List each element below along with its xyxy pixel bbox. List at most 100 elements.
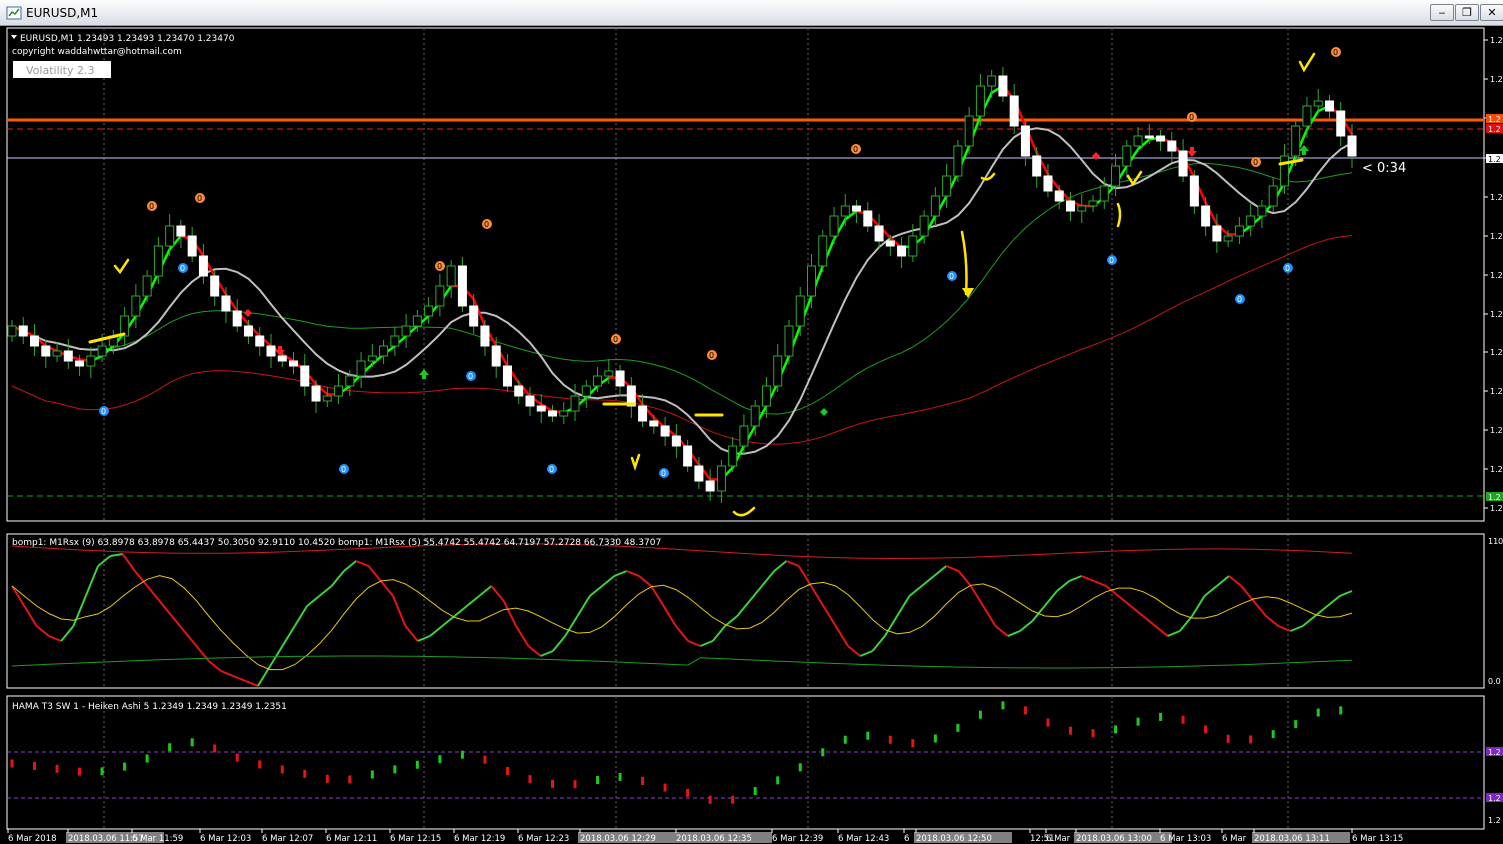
signal-label: 0 [613, 335, 618, 344]
rsx-fast-segment [626, 570, 640, 577]
time-axis-label: 6 [904, 834, 909, 844]
heiken-ashi-bar [686, 788, 690, 797]
candle-body [1246, 215, 1256, 227]
rsx-fast-segment [245, 680, 259, 687]
rsx-fast-segment [786, 560, 800, 567]
rsx-fast-segment [343, 560, 357, 572]
rsx-fast-segment [650, 585, 665, 607]
heiken-ashi-bar [348, 775, 352, 784]
rsx-fast-segment [490, 585, 505, 602]
chart-area[interactable]: 000000000000000 00000 1.21.21.21.21.21.21… [0, 26, 1503, 844]
heiken-ashi-bar [190, 738, 194, 747]
heiken-ashi-bar [1023, 706, 1027, 715]
restore-button[interactable]: ❐ [1455, 4, 1479, 21]
heiken-ashi-bar [1046, 718, 1050, 727]
rsx-fast-segment [761, 570, 775, 587]
hama-indicator-header: HAMA T3 SW 1 - Heiken Ashi 5 1.2349 1.23… [12, 702, 287, 712]
heiken-ashi-bar [1068, 726, 1072, 735]
candle-body [30, 335, 40, 347]
candle-body [63, 350, 73, 362]
rsx-fast-segment [355, 560, 369, 567]
candle-body [1144, 135, 1154, 139]
minimize-button[interactable]: ‒ [1430, 4, 1454, 21]
heiken-ashi-bar [933, 734, 937, 743]
candle-body [41, 345, 51, 357]
heiken-ashi-bar [78, 767, 82, 776]
chart-menu-arrow-icon[interactable] [11, 35, 17, 39]
candle-body [232, 310, 242, 327]
signal-label: 0 [484, 220, 489, 229]
candle-body [1009, 95, 1019, 127]
candle-body [1122, 145, 1132, 167]
candle-body [75, 360, 85, 367]
rsx-fast-segment [60, 625, 75, 642]
candle-body [1291, 125, 1301, 157]
heiken-ashi-bar [438, 755, 442, 764]
heiken-ashi-bar [213, 744, 217, 753]
annotation-stroke [1298, 52, 1316, 73]
heiken-ashi-bar [145, 754, 149, 763]
svg-text:1.2: 1.2 [1488, 155, 1501, 164]
sell-arrow-icon [1187, 147, 1197, 157]
rsx-fast-segment [515, 625, 530, 647]
candle-body [919, 215, 929, 237]
rsx-fast-segment [84, 565, 99, 597]
rsx-fast-segment [1167, 630, 1181, 637]
hama-axis-bottom: 1.2 [1488, 816, 1501, 825]
candle-body [773, 355, 783, 387]
bar-countdown: < 0:34 [1362, 161, 1406, 176]
signal-diamond [244, 309, 252, 317]
heiken-ashi-bar [1159, 712, 1163, 721]
candle-body [863, 210, 873, 227]
rsx-axis-bottom: 0.0 [1488, 677, 1501, 686]
heiken-ashi-bar [956, 723, 960, 732]
candle-body [1189, 175, 1199, 207]
heiken-ashi-bar [370, 770, 374, 779]
signal-label: 0 [197, 194, 202, 203]
rsx-fast-segment [1019, 620, 1033, 632]
window-titlebar[interactable]: EURUSD,M1 ‒ ❐ ✕ [0, 0, 1503, 26]
heiken-ashi-bar [123, 762, 127, 771]
axis-label: 1.2 [1490, 75, 1503, 84]
candle-body [739, 425, 749, 447]
rsx-fast-segment [994, 625, 1009, 637]
signal-label: 0 [437, 262, 442, 271]
signal-label: 0 [1189, 113, 1194, 122]
heiken-ashi-bar [753, 787, 757, 795]
rsx-fast-segment [1142, 615, 1156, 627]
candle-body [784, 325, 794, 357]
signal-label: 0 [853, 145, 858, 154]
candle-body [1043, 175, 1053, 192]
candle-body [491, 345, 501, 367]
candle-body [221, 295, 231, 312]
heiken-ashi-bar [1091, 729, 1095, 738]
rsx-fast-segment [970, 585, 985, 607]
heiken-ashi-bars [10, 701, 1343, 804]
candle-body [998, 75, 1008, 97]
signal-diamond [820, 408, 828, 416]
signal-label: 0 [468, 372, 473, 381]
time-axis-label: 6 Mar [1222, 834, 1247, 844]
heiken-ashi-bar [843, 735, 847, 744]
close-button[interactable]: ✕ [1480, 4, 1503, 21]
candle-body [379, 345, 389, 357]
rsx-fast-segment [1265, 615, 1279, 627]
heiken-ashi-bar [235, 753, 239, 762]
time-axis-label: 2018.03.06 12:29 [580, 834, 656, 844]
heiken-ashi-bar [325, 774, 329, 783]
rsx-fast-segment [110, 553, 123, 557]
rsx-fast-segment [748, 585, 763, 602]
heiken-ashi-bar [393, 765, 397, 774]
rsx-fast-segment [306, 595, 320, 607]
candle-body [289, 360, 299, 367]
rsx-fast-segment [711, 625, 726, 642]
rsx-fast-segment [1326, 595, 1341, 607]
heiken-ashi-bar [641, 777, 645, 785]
rsx-fast-segment [1043, 590, 1058, 607]
rsx-fast-segment [158, 600, 173, 617]
rsx-fast-segment [171, 615, 185, 632]
candle-body [1313, 100, 1323, 107]
rsx-fast-segment [1117, 595, 1132, 607]
rsx-fast-segment [429, 625, 443, 637]
candle-body [502, 365, 512, 387]
